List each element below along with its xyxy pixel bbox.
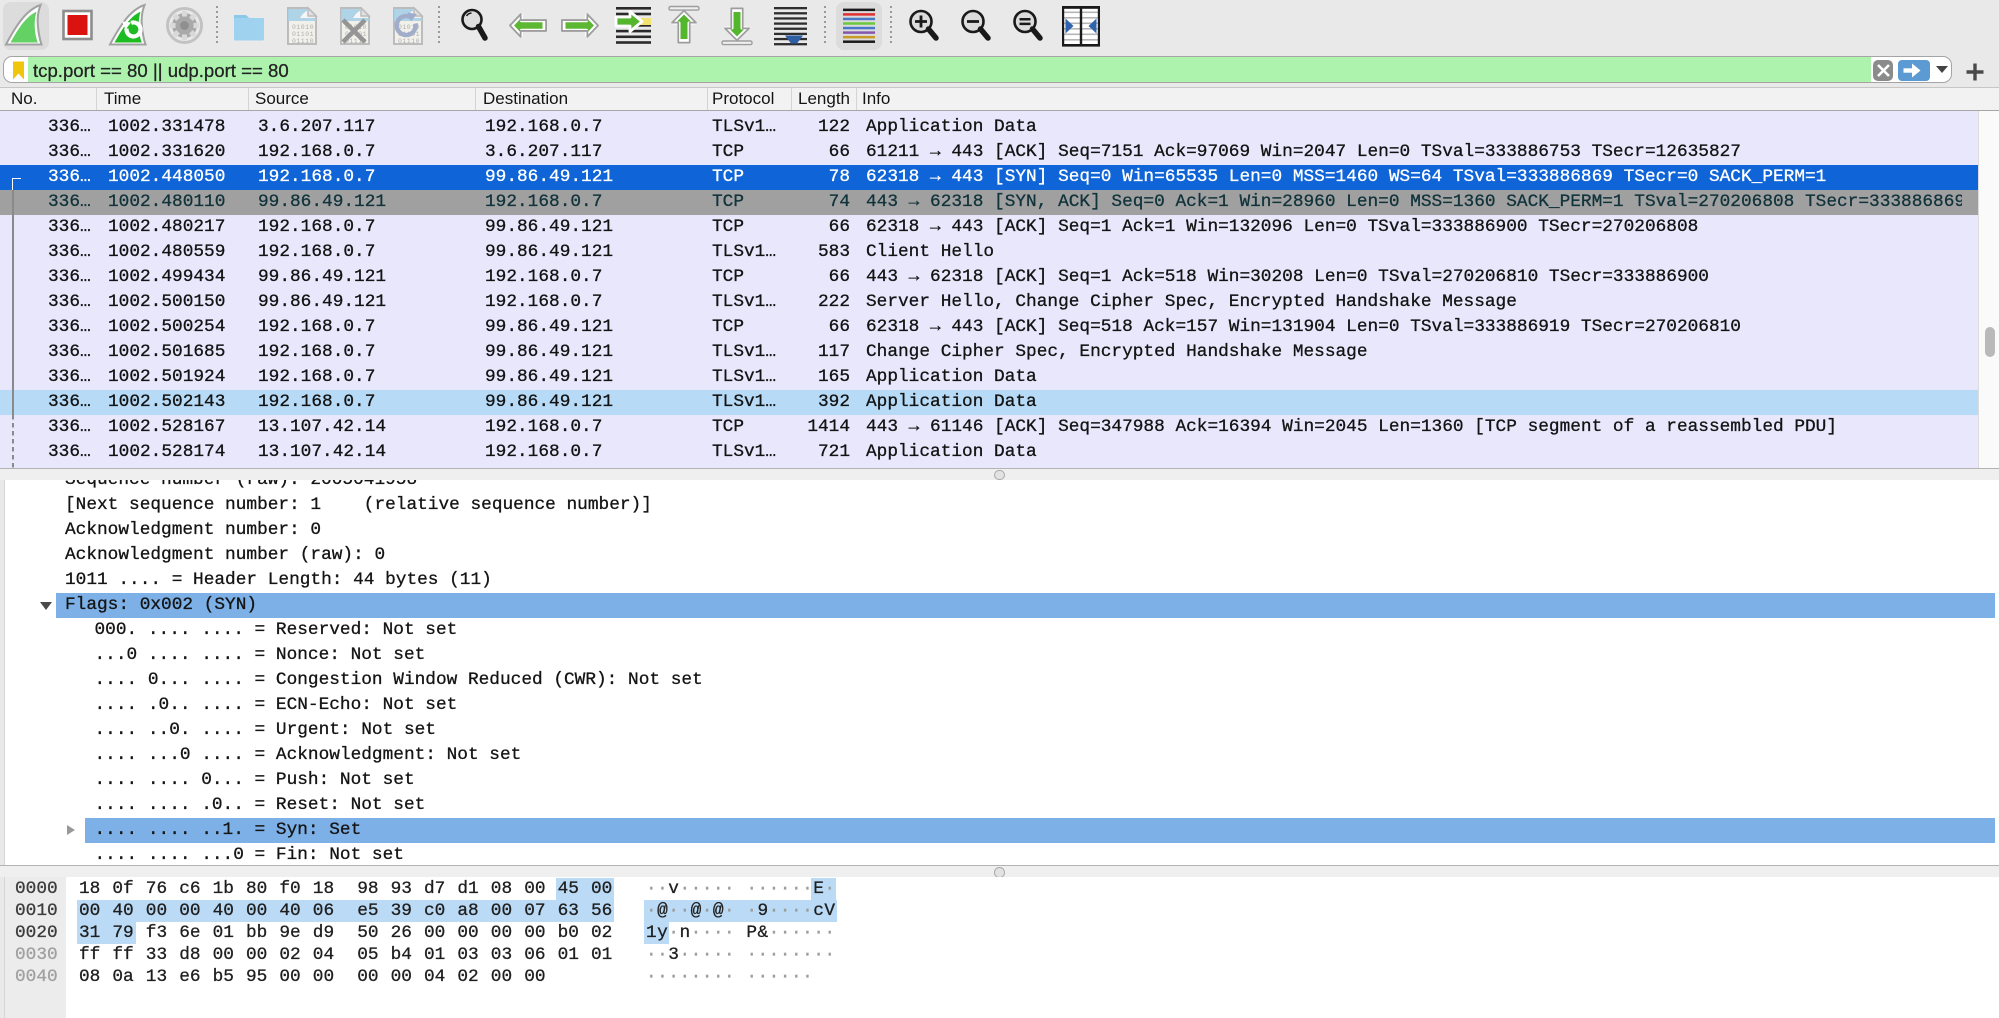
svg-text:01110: 01110 bbox=[398, 38, 420, 45]
svg-text:01110: 01110 bbox=[292, 38, 314, 45]
svg-text:01101: 01101 bbox=[292, 31, 314, 38]
svg-text:01010: 01010 bbox=[292, 24, 314, 31]
